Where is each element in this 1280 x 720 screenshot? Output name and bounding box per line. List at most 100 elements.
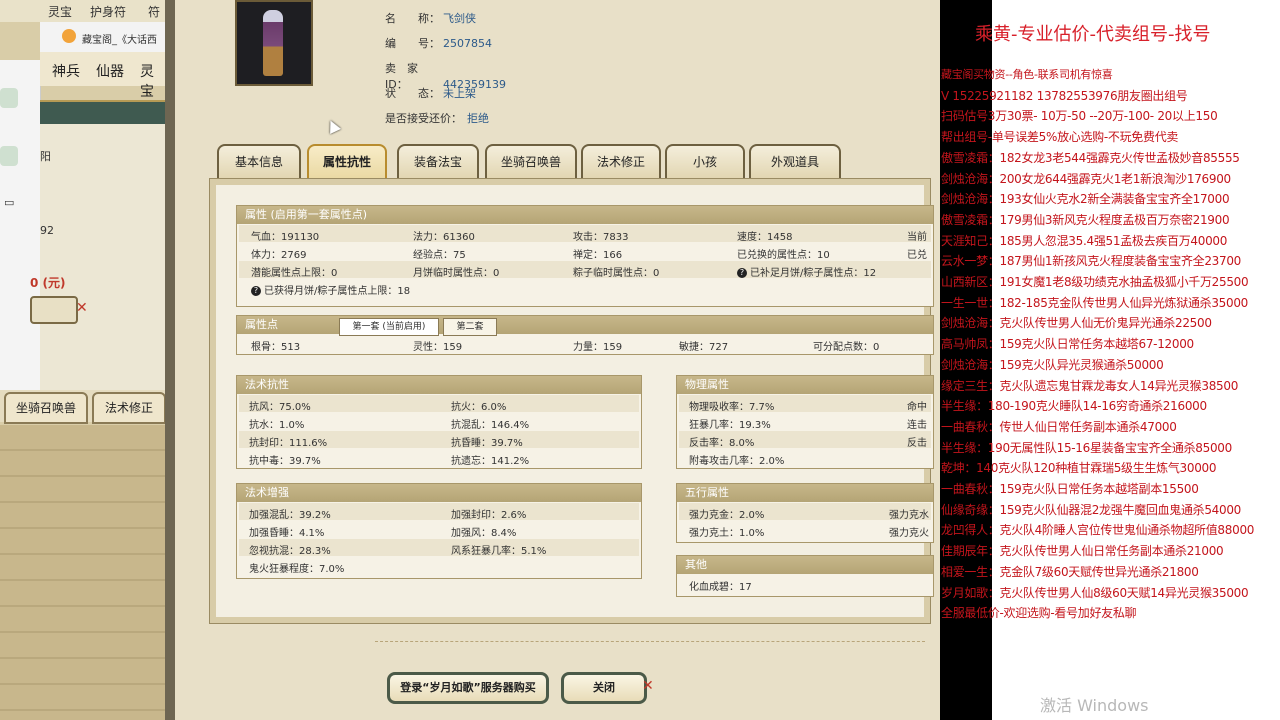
- spell-resist-section: 法术抗性 抗风：75.0% 抗火：6.0% 抗水：1.0% 抗混乱：146.4%…: [236, 375, 642, 469]
- tab-mounts[interactable]: 坐骑召唤兽: [485, 144, 577, 178]
- info-value: 未上架: [443, 87, 476, 100]
- tab-attributes[interactable]: 属性抗性: [307, 144, 387, 178]
- section-header: 五行属性: [677, 484, 933, 502]
- stat-redeemed-2: 已兑: [907, 250, 927, 261]
- stat-potential-cap: 潜能属性点上限：0: [251, 268, 338, 279]
- browser-tab[interactable]: 藏宝阁_《大话西: [40, 22, 165, 53]
- overlay-line: 缘定三生：克火队遗忘鬼甘霖龙毒女人14异光灵猴38500: [941, 378, 1239, 393]
- character-figure: [263, 10, 283, 76]
- info-key: 状 态：: [385, 87, 440, 100]
- stat-zongzi-temp: 粽子临时属性点：0: [573, 268, 660, 279]
- close-icon: ✕: [76, 300, 88, 316]
- overlay-line: 剑烛沧海：159克火队异光灵猴通杀50000: [941, 357, 1164, 372]
- section-band: [40, 100, 165, 126]
- close-button[interactable]: 关闭: [561, 672, 647, 704]
- stat-zen: 禅定：166: [573, 250, 623, 261]
- stat-mooncake-temp: 月饼临时属性点：0: [413, 268, 500, 279]
- info-value: 拒绝: [467, 112, 489, 125]
- video-icon[interactable]: ▭: [4, 196, 14, 209]
- app-icon[interactable]: [0, 146, 18, 166]
- section-header: 法术增强: [237, 484, 641, 502]
- resist-water: 抗水：1.0%: [249, 420, 305, 431]
- stat-mp: 法力：61360: [413, 232, 475, 243]
- tab-spell-fix[interactable]: 法术修正: [581, 144, 661, 178]
- info-name: 名 称： 飞剑侠: [385, 10, 476, 26]
- top-label: 护身符: [90, 5, 127, 19]
- help-icon[interactable]: ?: [251, 286, 261, 296]
- other-section: 其他 化血成碧：17: [676, 555, 934, 597]
- info-key: 编 号：: [385, 37, 440, 50]
- overlay-line: 一生一世：182-185克金队传世男人仙异光炼狱通杀35000: [941, 295, 1249, 310]
- menu-item[interactable]: 仙器: [96, 61, 124, 81]
- elements-section: 五行属性 强力克金：2.0% 强力克水 强力克土：1.0% 强力克火: [676, 483, 934, 543]
- elem-water: 强力克水: [889, 510, 929, 521]
- attributes-panel: 属性 (启用第一套属性点) 气血：191130 法力：61360 攻击：7833…: [209, 178, 934, 624]
- close-icon: ✕: [642, 678, 654, 694]
- sidebar-text: 92: [40, 224, 54, 237]
- overlay-line: 全服最低价-欢迎选购-看号加好友私聊: [941, 606, 1137, 621]
- resist-seal: 抗封印：111.6%: [249, 438, 328, 449]
- stat-hp: 气血：191130: [251, 232, 320, 243]
- windows-activation-watermark: 激活 Windows: [1040, 696, 1149, 715]
- tab-spell-fix[interactable]: 法术修正: [92, 392, 165, 424]
- tab-child[interactable]: 小孩: [665, 144, 745, 178]
- overlay-line: 傲雪凌霜：182女龙3老544强霹克火传世孟极妙音85555: [941, 150, 1240, 165]
- browser-tab-title: 藏宝阁_《大话西: [82, 35, 157, 46]
- tab-appearance[interactable]: 外观道具: [749, 144, 841, 178]
- other-blood: 化血成碧：17: [689, 582, 752, 593]
- overlay-line: 一曲春秋：传世人仙日常任务副本通杀47000: [941, 419, 1177, 434]
- phys-combo: 连击: [907, 420, 927, 431]
- stat-mooncake-cap-text: 已获得月饼/粽子属性点上限：18: [264, 286, 411, 297]
- attribute-points-section: 属性点 第一套 (当前启用) 第二套 根骨：513 灵性：159 力量：159 …: [236, 315, 934, 355]
- stat-refilled-text: 已补足月饼/粽子属性点：12: [750, 268, 877, 279]
- tab-equipment[interactable]: 装备法宝: [397, 144, 479, 178]
- overlay-line: 半生缘：180-190克火睡队14-16穷奇通杀216000: [941, 399, 1207, 414]
- section-header: 属性 (启用第一套属性点): [237, 206, 933, 224]
- info-key: 名 称：: [385, 12, 440, 25]
- point-spirit: 灵性：159: [413, 342, 463, 353]
- overlay-line: 帮出组号-单号误差5%放心选购-不玩免费代卖: [941, 130, 1179, 145]
- top-label: 灵宝: [48, 5, 73, 19]
- purchase-button[interactable]: 登录“岁月如歌”服务器购买: [387, 672, 549, 704]
- browser-favicon-icon: [62, 29, 76, 43]
- menu-item[interactable]: 神兵: [52, 61, 80, 81]
- overlay-line: 一曲春秋：159克火队日常任务本越塔副本15500: [941, 482, 1199, 496]
- small-button[interactable]: [30, 296, 78, 324]
- elem-earth: 强力克土：1.0%: [689, 528, 765, 539]
- stat-speed: 速度：1458: [737, 232, 793, 243]
- phys-absorb: 物理吸收率：7.7%: [689, 402, 775, 413]
- section-header: 其他: [677, 556, 933, 574]
- menu-item[interactable]: 灵宝: [140, 61, 165, 101]
- overlay-line: 龙凹得人：克火队4阶睡人宫位传世鬼仙通杀物超所值88000: [941, 523, 1255, 538]
- enhance-seal: 加强封印：2.6%: [451, 510, 527, 521]
- elem-metal: 强力克金：2.0%: [689, 510, 765, 521]
- overlay-line: 仙缘奇缘：159克火队仙器混2龙强牛魔回血鬼通杀54000: [941, 502, 1242, 517]
- overlay-line: 剑烛沧海：193女仙火克水2新全满装备宝宝齐全17000: [941, 192, 1230, 207]
- stat-mooncake-cap: ? 已获得月饼/粽子属性点上限：18: [251, 282, 410, 297]
- tab-point-set-1[interactable]: 第一套 (当前启用): [339, 318, 439, 336]
- background-game-window: 灵宝 护身符 符 ▭ 藏宝阁_《大话西 神兵 仙器 灵宝 阳 92 0 (元) …: [0, 0, 165, 720]
- info-key: 是否接受还价：: [385, 112, 462, 125]
- info-value: 飞剑侠: [443, 12, 476, 25]
- tab-basic-info[interactable]: 基本信息: [217, 144, 301, 178]
- stat-attack: 攻击：7833: [573, 232, 629, 243]
- resist-sleep: 抗昏睡：39.7%: [451, 438, 523, 449]
- overlay-line: 佳期辰年：克火队传世男人仙日常任务副本通杀21000: [941, 544, 1224, 559]
- wood-background: [0, 425, 165, 720]
- resist-wind: 抗风：75.0%: [249, 402, 311, 413]
- price-text: 0 (元): [30, 276, 66, 290]
- tab-mount-pet[interactable]: 坐骑召唤兽: [4, 392, 88, 424]
- sidebar-text: 阳: [40, 150, 51, 163]
- elem-fire: 强力克火: [889, 528, 929, 539]
- phys-counter: 反击率：8.0%: [689, 438, 755, 449]
- tab-point-set-2[interactable]: 第二套: [443, 318, 497, 336]
- help-icon[interactable]: ?: [737, 268, 747, 278]
- overlay-line: 相爱一生：克金队7级60天赋传世异光通杀21800: [941, 564, 1199, 579]
- phys-poison-attack: 附毒攻击几率：2.0%: [689, 456, 785, 467]
- chat-sidebar: ▭: [0, 60, 41, 400]
- attributes-section: 属性 (启用第一套属性点) 气血：191130 法力：61360 攻击：7833…: [236, 205, 934, 307]
- item-menu: 神兵 仙器 灵宝: [40, 52, 165, 100]
- app-icon[interactable]: [0, 88, 18, 108]
- spell-enhance-section: 法术增强 加强混乱：39.2% 加强封印：2.6% 加强昏睡：4.1% 加强风：…: [236, 483, 642, 579]
- top-label: 符: [148, 5, 161, 19]
